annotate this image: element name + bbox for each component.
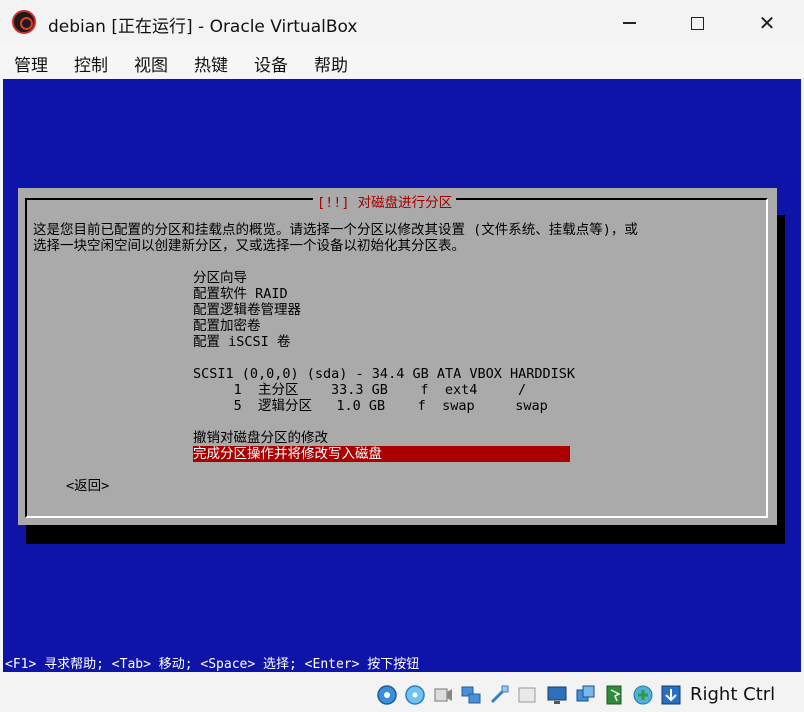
option-lvm[interactable]: 配置逻辑卷管理器	[193, 302, 301, 318]
menu-help[interactable]: 帮助	[314, 51, 348, 76]
menu-bar: 管理 控制 视图 热键 设备 帮助	[0, 44, 804, 78]
option-software-raid[interactable]: 配置软件 RAID	[193, 286, 288, 302]
audio-icon[interactable]	[432, 684, 454, 706]
shared-folders-icon[interactable]	[516, 684, 538, 706]
undo-changes-option[interactable]: 撤销对磁盘分区的修改	[193, 430, 328, 446]
display-icon[interactable]	[546, 684, 568, 706]
menu-view[interactable]: 视图	[134, 51, 168, 76]
cpu-icon[interactable]	[632, 684, 654, 706]
vm-display[interactable]: [!!] 对磁盘进行分区 这是您目前已配置的分区和挂载点的概览。请选择一个分区以…	[3, 79, 801, 672]
minimize-icon	[622, 22, 636, 24]
mouse-integration-icon[interactable]	[604, 684, 626, 706]
maximize-button[interactable]	[674, 6, 720, 40]
finish-partitioning-option[interactable]: 完成分区操作并将修改写入磁盘	[193, 446, 382, 462]
menu-devices[interactable]: 设备	[254, 51, 288, 76]
menu-hotkeys[interactable]: 热键	[194, 51, 228, 76]
hard-disk-icon[interactable]	[376, 684, 398, 706]
back-button[interactable]: <返回>	[66, 478, 109, 494]
option-partition-wizard[interactable]: 分区向导	[193, 270, 247, 286]
video-capture-icon[interactable]	[575, 684, 597, 706]
network-icon[interactable]	[460, 684, 482, 706]
option-iscsi[interactable]: 配置 iSCSI 卷	[193, 334, 290, 350]
minimize-button[interactable]	[606, 6, 652, 40]
close-button[interactable]: ✕	[744, 6, 790, 40]
host-key-label: Right Ctrl	[690, 684, 776, 705]
menu-control[interactable]: 控制	[74, 51, 108, 76]
maximize-icon	[690, 16, 704, 30]
partition-dialog: [!!] 对磁盘进行分区 这是您目前已配置的分区和挂载点的概览。请选择一个分区以…	[18, 188, 777, 525]
partition-row-5[interactable]: 5 逻辑分区 1.0 GB f swap swap	[193, 398, 548, 414]
dialog-title: [!!] 对磁盘进行分区	[313, 191, 457, 211]
intro-text-line2: 选择一块空闲空间以创建新分区，又或选择一个设备以初始化其分区表。	[33, 238, 465, 254]
title-bar: debian [正在运行] - Oracle VirtualBox ✕	[0, 0, 804, 44]
keyboard-icon[interactable]	[660, 684, 682, 706]
close-icon: ✕	[758, 11, 776, 35]
usb-icon[interactable]	[488, 684, 510, 706]
virtualbox-app-icon[interactable]	[12, 10, 36, 34]
vm-status-bar: Right Ctrl	[0, 679, 804, 712]
disk-entry[interactable]: SCSI1 (0,0,0) (sda) - 34.4 GB ATA VBOX H…	[193, 366, 575, 382]
optical-drive-icon[interactable]	[404, 684, 426, 706]
menu-manage[interactable]: 管理	[14, 51, 48, 76]
keyboard-help-line: <F1> 寻求帮助; <Tab> 移动; <Space> 选择; <Enter>…	[5, 657, 420, 672]
window-title: debian [正在运行] - Oracle VirtualBox	[48, 17, 358, 37]
option-encrypted-volume[interactable]: 配置加密卷	[193, 318, 261, 334]
partition-row-1[interactable]: 1 主分区 33.3 GB f ext4 /	[193, 382, 526, 398]
intro-text-line1: 这是您目前已配置的分区和挂载点的概览。请选择一个分区以修改其设置 (文件系统、挂…	[33, 222, 638, 238]
